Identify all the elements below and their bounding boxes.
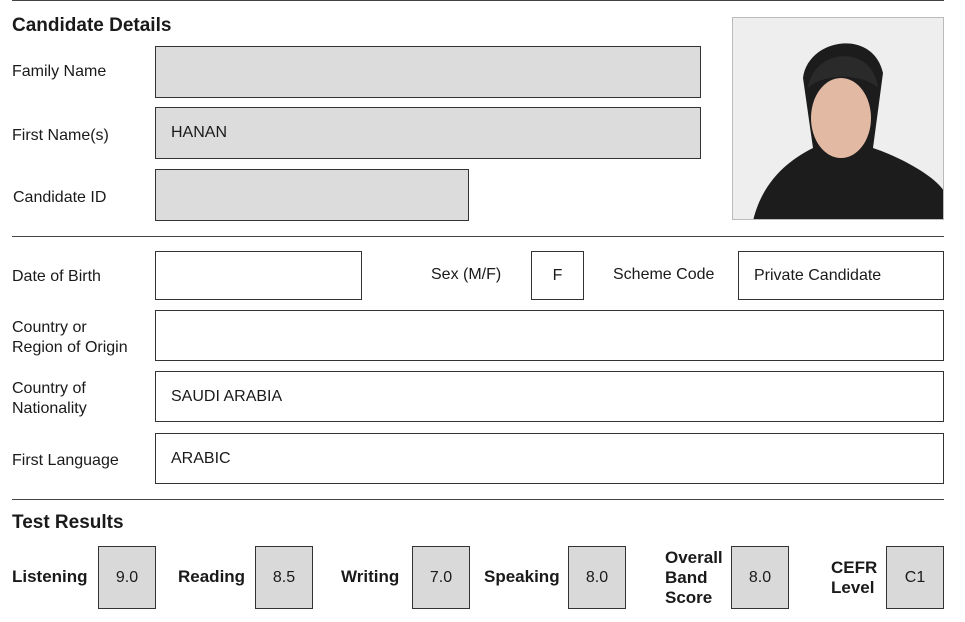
- first-language-value: ARABIC: [171, 449, 231, 467]
- portrait-icon: [733, 18, 943, 219]
- candidate-id-label: Candidate ID: [13, 189, 107, 206]
- first-language-label: First Language: [12, 452, 119, 469]
- cefr-label-line2: Level: [831, 578, 875, 597]
- reading-score: 8.5: [255, 546, 313, 609]
- first-language-field[interactable]: ARABIC: [155, 433, 944, 484]
- country-origin-label-line1: Country or: [12, 319, 87, 336]
- divider-2: [12, 499, 944, 500]
- divider-1: [12, 236, 944, 237]
- family-name-field[interactable]: [155, 46, 701, 98]
- family-name-label: Family Name: [12, 63, 107, 80]
- top-rule: [12, 0, 944, 1]
- nationality-value: SAUDI ARABIA: [171, 387, 283, 405]
- dob-field[interactable]: [155, 251, 362, 300]
- overall-label-line1: Overall: [665, 548, 723, 567]
- cefr-label-line1: CEFR: [831, 558, 878, 577]
- sex-label: Sex (M/F): [431, 266, 502, 283]
- listening-label: Listening: [12, 567, 88, 586]
- candidate-id-field[interactable]: [155, 169, 469, 221]
- cefr-score: C1: [886, 546, 944, 609]
- sex-value: F: [552, 266, 563, 284]
- overall-score: 8.0: [731, 546, 789, 609]
- overall-label-line3: Score: [665, 588, 713, 607]
- nationality-label-line2: Nationality: [12, 400, 87, 417]
- speaking-score: 8.0: [568, 546, 626, 609]
- nationality-label-line1: Country of: [12, 380, 86, 397]
- country-origin-field[interactable]: [155, 310, 944, 361]
- section-title-candidate: Candidate Details: [12, 15, 172, 36]
- scheme-code-value: Private Candidate: [754, 266, 882, 284]
- listening-value: 9.0: [115, 568, 139, 586]
- section-title-results: Test Results: [12, 512, 124, 533]
- candidate-photo: [732, 17, 944, 220]
- scheme-code-label: Scheme Code: [613, 266, 715, 283]
- cefr-label: CEFR Level: [831, 558, 877, 598]
- first-names-value: HANAN: [171, 124, 228, 141]
- first-names-field[interactable]: HANAN: [155, 107, 701, 159]
- nationality-field[interactable]: SAUDI ARABIA: [155, 371, 944, 422]
- speaking-value: 8.0: [585, 568, 609, 586]
- writing-label: Writing: [341, 567, 400, 586]
- cefr-value: C1: [904, 568, 926, 586]
- country-origin-label-line2: Region of Origin: [12, 339, 128, 356]
- country-origin-label: Country or Region of Origin: [12, 318, 128, 358]
- writing-value: 7.0: [429, 568, 453, 586]
- reading-value: 8.5: [272, 568, 296, 586]
- reading-label: Reading: [178, 567, 246, 586]
- scheme-code-field[interactable]: Private Candidate: [738, 251, 944, 300]
- overall-label: Overall Band Score: [665, 548, 723, 608]
- overall-value: 8.0: [748, 568, 772, 586]
- speaking-label: Speaking: [484, 567, 560, 586]
- dob-label: Date of Birth: [12, 268, 101, 285]
- listening-score: 9.0: [98, 546, 156, 609]
- sex-field[interactable]: F: [531, 251, 584, 300]
- first-names-label: First Name(s): [12, 127, 109, 144]
- overall-label-line2: Band: [665, 568, 708, 587]
- nationality-label: Country of Nationality: [12, 379, 87, 419]
- writing-score: 7.0: [412, 546, 470, 609]
